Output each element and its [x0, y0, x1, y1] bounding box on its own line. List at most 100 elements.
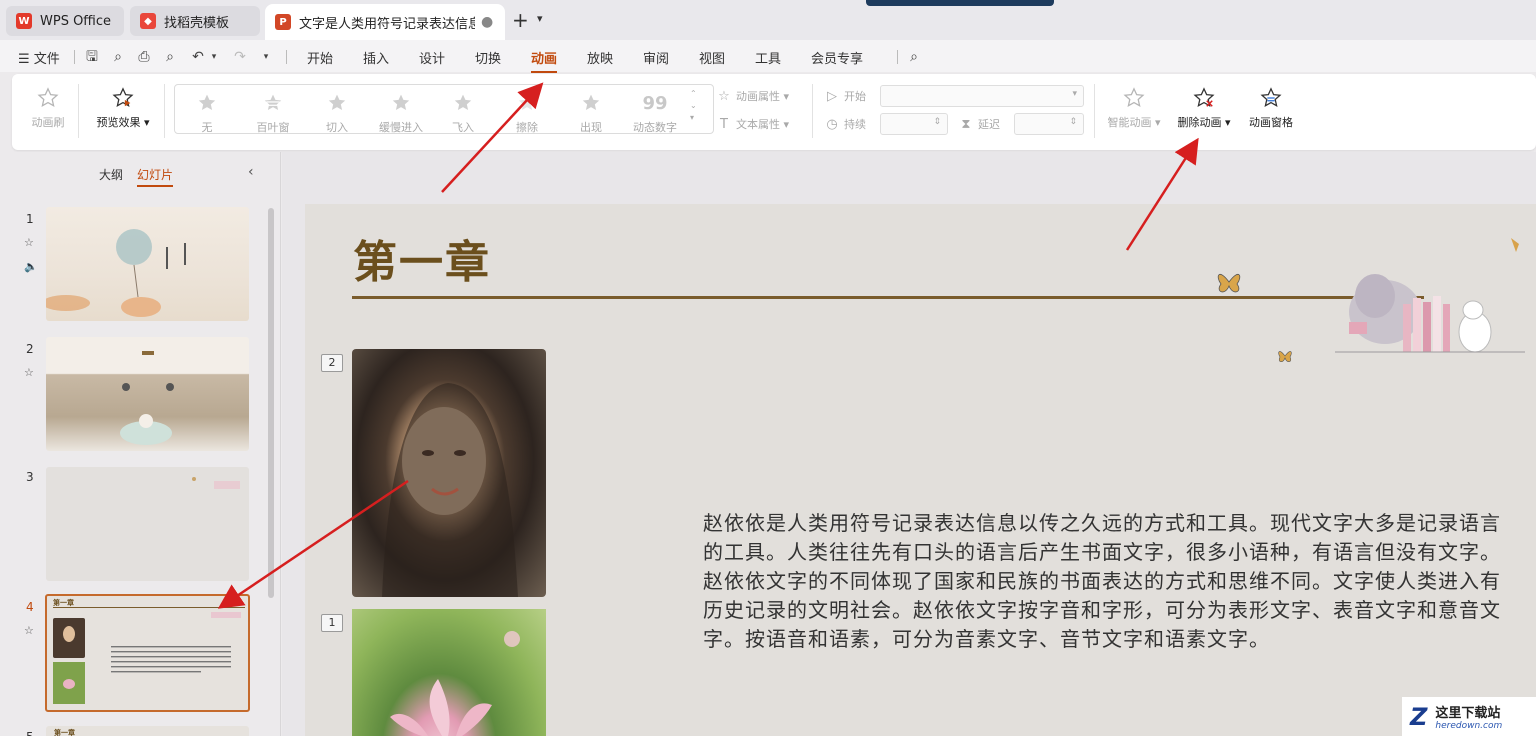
- clock-icon: ◷: [826, 116, 838, 132]
- text-properties-dropdown[interactable]: T 文本属性 ▾: [716, 116, 789, 132]
- lotus-photo[interactable]: [352, 609, 546, 736]
- delay-label: 延迟: [978, 118, 1000, 131]
- print-preview-icon[interactable]: ⌕: [162, 49, 178, 65]
- tab-outline[interactable]: 大纲: [99, 166, 123, 183]
- animation-star-icon: ☆: [24, 366, 34, 379]
- text-icon: T: [720, 116, 728, 132]
- menu-view[interactable]: 视图: [699, 48, 725, 67]
- effect-none[interactable]: 无: [189, 91, 225, 135]
- tab-label: WPS Office: [40, 13, 112, 29]
- smart-animation-label: 智能动画 ▾: [1107, 116, 1161, 129]
- slides-panel: 大纲 幻灯片 ‹ 1 ☆ 🔈 2 ☆ 3 4 ☆ 第一章 第一章: [0, 152, 281, 736]
- star-delete-icon: [1192, 86, 1216, 110]
- tab-slides[interactable]: 幻灯片: [137, 166, 174, 187]
- animation-pane-button[interactable]: 动画窗格: [1244, 86, 1298, 130]
- effect-wipe[interactable]: 擦除: [509, 91, 545, 135]
- menu-home[interactable]: 开始: [307, 48, 333, 67]
- menu-tools[interactable]: 工具: [755, 48, 781, 67]
- watermark-logo-icon: Z: [1410, 702, 1428, 731]
- delay-stepper[interactable]: ⇕: [1014, 113, 1084, 135]
- chevron-down-icon[interactable]: ▾: [206, 49, 222, 65]
- add-tab-button[interactable]: +: [512, 8, 529, 32]
- start-select[interactable]: ▾: [880, 85, 1084, 107]
- tab-current-document[interactable]: P 文字是人类用符号记录表达信息以 ●: [265, 4, 505, 40]
- undo-icon[interactable]: ↶: [190, 49, 206, 65]
- start-label-group: ▷ 开始: [824, 88, 866, 104]
- animation-order-badge[interactable]: 2: [321, 354, 343, 372]
- smart-animation-button[interactable]: 智能动画 ▾: [1104, 86, 1164, 130]
- export-icon[interactable]: ⌕: [110, 49, 126, 65]
- tab-docer-templates[interactable]: ◆ 找稻壳模板: [130, 6, 260, 36]
- menu-transition[interactable]: 切换: [475, 48, 501, 67]
- close-dot-icon[interactable]: ●: [481, 14, 493, 30]
- menu-member[interactable]: 会员专享: [811, 48, 863, 67]
- chevron-down-icon[interactable]: ▾: [537, 12, 543, 25]
- site-watermark: Z 这里下载站 heredown.com: [1402, 697, 1536, 736]
- slide-thumbnail-4[interactable]: 第一章: [45, 594, 250, 712]
- search-icon[interactable]: ⌕: [906, 49, 922, 65]
- play-circle-icon: ▷: [827, 88, 837, 104]
- tab-wps-office[interactable]: W WPS Office: [6, 6, 124, 36]
- slide-thumbnail-1[interactable]: [46, 207, 249, 321]
- portrait-photo[interactable]: [352, 349, 546, 597]
- effect-dynamic-number[interactable]: 99 动态数字: [627, 91, 683, 135]
- panel-scrollbar[interactable]: [268, 208, 274, 598]
- duration-label: 持续: [844, 118, 866, 131]
- top-strip: [866, 0, 1054, 6]
- menu-slideshow[interactable]: 放映: [587, 48, 613, 67]
- menu-insert[interactable]: 插入: [363, 48, 389, 67]
- menu-bar: ☰ 文件 🖫 ⌕ ⎙ ⌕ ↶ ▾ ↷ ▾ 开始 插入 设计 切换 动画 放映 审…: [0, 40, 1536, 73]
- star-icon: [515, 91, 539, 115]
- menu-animation[interactable]: 动画: [531, 48, 558, 73]
- thumb-title: 第一章: [54, 729, 75, 736]
- gallery-scroll[interactable]: ⌃ ⌄ ▾: [690, 88, 697, 124]
- star-brush-icon: [36, 86, 60, 110]
- preview-effect-text: 预览效果: [96, 116, 141, 129]
- animation-brush-button[interactable]: 动画刷: [26, 86, 70, 130]
- stepper-arrows-icon: ⇕: [1069, 117, 1077, 127]
- save-icon[interactable]: 🖫: [84, 49, 100, 65]
- title-bar: W WPS Office ◆ 找稻壳模板 P 文字是人类用符号记录表达信息以 ●…: [0, 0, 1536, 40]
- effect-label: 切入: [326, 121, 348, 134]
- collapse-panel-icon[interactable]: ‹: [248, 164, 254, 180]
- duration-stepper[interactable]: ⇕: [880, 113, 948, 135]
- file-menu[interactable]: ☰ 文件: [18, 48, 60, 67]
- effect-slow-enter[interactable]: 缓慢进入: [373, 91, 429, 135]
- menu-design[interactable]: 设计: [419, 48, 445, 67]
- delete-animation-text: 删除动画: [1177, 116, 1222, 129]
- slide-number: 3: [26, 470, 34, 484]
- current-slide[interactable]: 第一章 2 1 赵依依是人类用符号记录表达信息以传之久远的方式和工具。现代文字大…: [305, 204, 1536, 736]
- slide-thumbnail-2[interactable]: [46, 337, 249, 451]
- print-icon[interactable]: ⎙: [136, 49, 152, 65]
- slide-title[interactable]: 第一章: [353, 226, 491, 290]
- slide-number: 5: [26, 730, 34, 736]
- slide-number: 2: [26, 342, 34, 356]
- star-icon: [195, 91, 219, 115]
- animation-properties-dropdown[interactable]: ☆ 动画属性 ▾: [716, 88, 789, 104]
- delete-animation-button[interactable]: 删除动画 ▾: [1174, 86, 1234, 130]
- slide-thumbnail-3[interactable]: [46, 467, 249, 581]
- separator: [164, 84, 165, 138]
- effect-fly-in[interactable]: 飞入: [445, 91, 481, 135]
- redo-icon[interactable]: ↷: [232, 49, 248, 65]
- effect-appear[interactable]: 出现: [573, 91, 609, 135]
- docer-logo-icon: ◆: [140, 13, 156, 29]
- speaker-icon: 🔈: [24, 260, 38, 273]
- separator: [78, 84, 79, 138]
- effect-label: 出现: [580, 121, 602, 134]
- chevron-down-icon[interactable]: ▾: [258, 49, 274, 65]
- effect-blinds[interactable]: 百叶窗: [251, 91, 295, 135]
- slide-body-text[interactable]: 赵依依是人类用符号记录表达信息以传之久远的方式和工具。现代文字大多是记录语言的工…: [703, 509, 1513, 654]
- effect-cut-in[interactable]: 切入: [319, 91, 355, 135]
- elephant-illustration: [1335, 238, 1525, 353]
- animation-order-badge[interactable]: 1: [321, 614, 343, 632]
- slide-thumbnail-5[interactable]: 第一章: [46, 726, 249, 736]
- slide-number: 1: [26, 212, 34, 226]
- effect-label: 缓慢进入: [379, 121, 423, 134]
- menu-review[interactable]: 审阅: [643, 48, 669, 67]
- animation-brush-label: 动画刷: [31, 116, 65, 129]
- preview-effect-button[interactable]: 预览效果 ▾: [88, 86, 158, 130]
- animation-star-icon: ☆: [24, 624, 34, 637]
- butterfly-icon: [1217, 273, 1241, 293]
- slide-number: 4: [26, 600, 34, 614]
